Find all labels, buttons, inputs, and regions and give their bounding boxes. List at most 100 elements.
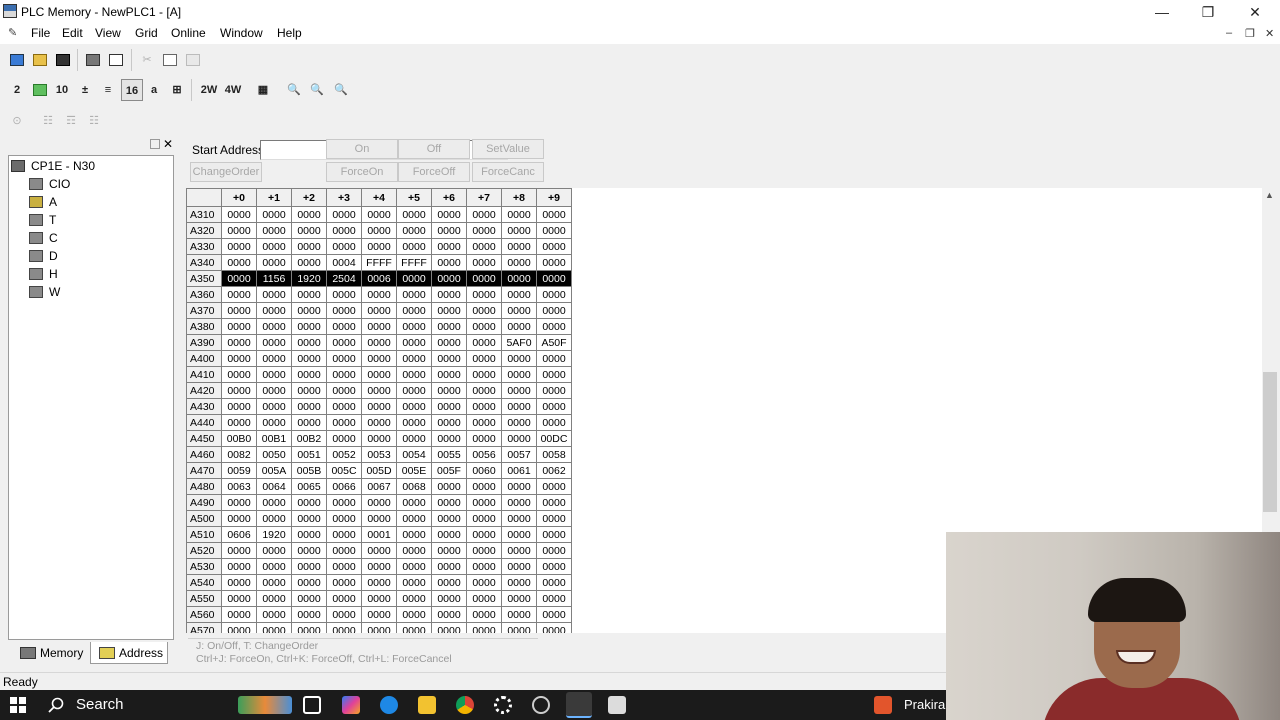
decimal-display-button[interactable]: 10	[51, 79, 73, 101]
grid-cell[interactable]: 0000	[466, 366, 502, 383]
grid-cell[interactable]: 0000	[221, 318, 257, 335]
plc-memory-icon[interactable]	[608, 696, 626, 714]
grid-row-address[interactable]: A530	[186, 558, 222, 575]
grid-cell[interactable]: 0000	[256, 350, 292, 367]
grid-cell[interactable]: 0000	[256, 558, 292, 575]
grid-cell[interactable]: 0000	[291, 398, 327, 415]
grid-row-address[interactable]: A310	[186, 206, 222, 223]
grid-cell[interactable]: 5AF0	[501, 334, 537, 351]
grid-cell[interactable]: 005F	[431, 462, 467, 479]
grid-cell[interactable]: 0000	[536, 286, 572, 303]
grid-column-header[interactable]: +3	[326, 188, 362, 207]
quad-word-button[interactable]: 4W	[221, 79, 245, 101]
grid-cell[interactable]: 0000	[396, 270, 432, 287]
grid-cell[interactable]: 0000	[431, 542, 467, 559]
grid-cell[interactable]: 0000	[466, 238, 502, 255]
grid-cell[interactable]: 0000	[501, 350, 537, 367]
open-folder-icon[interactable]	[29, 49, 51, 71]
grid-cell[interactable]: 0000	[326, 590, 362, 607]
grid-cell[interactable]: 0000	[466, 494, 502, 511]
grid-cell[interactable]: 0000	[221, 510, 257, 527]
grid-cell[interactable]: 0000	[466, 574, 502, 591]
grid-cell[interactable]: 0000	[536, 222, 572, 239]
menu-window[interactable]: Window	[220, 26, 263, 40]
grid-row-address[interactable]: A470	[186, 462, 222, 479]
grid-cell[interactable]: 0000	[361, 510, 397, 527]
grid-cell[interactable]: 0000	[361, 494, 397, 511]
grid-cell[interactable]: 005A	[256, 462, 292, 479]
float-display-icon[interactable]: ⊞	[166, 79, 188, 101]
grid-cell[interactable]: 0000	[501, 238, 537, 255]
windows-start-icon[interactable]	[10, 697, 26, 713]
print-preview-icon[interactable]	[105, 49, 127, 71]
grid-cell[interactable]: 0000	[326, 286, 362, 303]
grid-cell[interactable]: 0000	[221, 254, 257, 271]
grid-cell[interactable]: 0000	[466, 414, 502, 431]
grid-cell[interactable]: 0000	[291, 350, 327, 367]
grid-cell[interactable]: 0000	[221, 414, 257, 431]
grid-cell[interactable]: 0000	[536, 254, 572, 271]
grid-cell[interactable]: 0000	[361, 574, 397, 591]
grid-cell[interactable]: 0000	[466, 318, 502, 335]
monitor-icon[interactable]: ☷	[37, 110, 59, 132]
menu-grid[interactable]: Grid	[135, 26, 158, 40]
grid-cell[interactable]: 0000	[326, 494, 362, 511]
grid-cell[interactable]: 0059	[221, 462, 257, 479]
grid-cell[interactable]: 2504	[326, 270, 362, 287]
grid-cell[interactable]: 0000	[431, 270, 467, 287]
grid-cell[interactable]: 0000	[466, 206, 502, 223]
grid-row-address[interactable]: A400	[186, 350, 222, 367]
grid-cell[interactable]: 0000	[501, 510, 537, 527]
grid-cell[interactable]: 0000	[431, 558, 467, 575]
grid-cell[interactable]: 0000	[221, 238, 257, 255]
grid-cell[interactable]: 0000	[466, 302, 502, 319]
menu-online[interactable]: Online	[171, 26, 206, 40]
grid-cell[interactable]: 0000	[431, 366, 467, 383]
grid-cell[interactable]: 0000	[396, 494, 432, 511]
grid-cell[interactable]: 0050	[256, 446, 292, 463]
grid-cell[interactable]: 0000	[291, 622, 327, 633]
grid-cell[interactable]: 0000	[256, 302, 292, 319]
grid-cell[interactable]: 0000	[501, 206, 537, 223]
zoom-large-icon[interactable]: 🔍	[330, 79, 352, 101]
grid-cell[interactable]: 0000	[431, 430, 467, 447]
grid-cell[interactable]: 0000	[221, 222, 257, 239]
grid-cell[interactable]: 0000	[326, 526, 362, 543]
chrome-icon[interactable]	[456, 696, 474, 714]
grid-cell[interactable]: 0000	[361, 206, 397, 223]
force-set-icon[interactable]: ⊙	[6, 110, 28, 132]
grid-row-address[interactable]: A440	[186, 414, 222, 431]
weather-label[interactable]: Prakira	[904, 697, 945, 712]
grid-row-address[interactable]: A460	[186, 446, 222, 463]
grid-cell[interactable]: 0000	[501, 526, 537, 543]
grid-row-address[interactable]: A320	[186, 222, 222, 239]
grid-cell[interactable]: 0000	[466, 350, 502, 367]
grid-cell[interactable]: 0000	[221, 382, 257, 399]
grid-cell[interactable]: 0000	[396, 206, 432, 223]
hex-display-button[interactable]: 16	[121, 79, 143, 101]
grid-row-address[interactable]: A510	[186, 526, 222, 543]
grid-cell[interactable]: 0000	[221, 350, 257, 367]
grid-cell[interactable]: 0000	[536, 350, 572, 367]
grid-cell[interactable]: 0082	[221, 446, 257, 463]
grid-cell[interactable]: 0000	[396, 430, 432, 447]
force-cancel-button[interactable]: ForceCanc	[472, 162, 544, 182]
grid-cell[interactable]: 0000	[431, 254, 467, 271]
binary-display-button[interactable]: 2	[6, 79, 28, 101]
grid-cell[interactable]: 0000	[466, 254, 502, 271]
grid-cell[interactable]: 0000	[466, 526, 502, 543]
grid-cell[interactable]: 0000	[396, 222, 432, 239]
grid-cell[interactable]: 0000	[501, 270, 537, 287]
grid-cell[interactable]: 0062	[536, 462, 572, 479]
grid-cell[interactable]: 0000	[536, 206, 572, 223]
grid-cell[interactable]: 0000	[256, 254, 292, 271]
grid-cell[interactable]: 0000	[501, 222, 537, 239]
grid-cell[interactable]: 0000	[291, 254, 327, 271]
copy-icon[interactable]	[159, 49, 181, 71]
off-button[interactable]: Off	[398, 139, 470, 159]
grid-cell[interactable]: 00DC	[536, 430, 572, 447]
grid-cell[interactable]: 0064	[256, 478, 292, 495]
grid-row-address[interactable]: A560	[186, 606, 222, 623]
grid-cell[interactable]: 0000	[431, 494, 467, 511]
grid-cell[interactable]: 0000	[431, 414, 467, 431]
